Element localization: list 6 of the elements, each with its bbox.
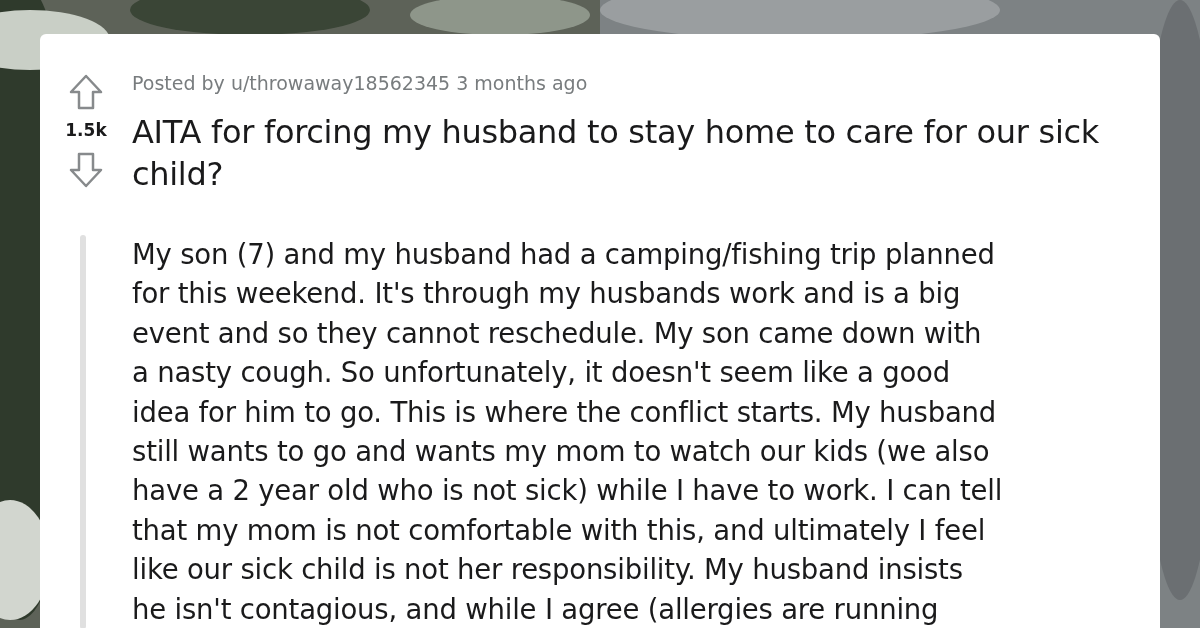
post-meta: Posted by u/throwaway18562345 3 months ago: [132, 74, 589, 93]
post-title: AITA for forcing my husband to stay home to care for our sick child?: [132, 112, 1101, 195]
upvote-icon[interactable]: [69, 74, 103, 110]
vote-count: 1.5k: [65, 119, 107, 142]
downvote-icon[interactable]: [69, 151, 103, 188]
post-body: My son (7) and my husband had a camping/fishing trip planned for this weekend. It's through my husbands work and is a big event and so they cannot reschedule. My son came down with a nasty cough. So unfortunately, it doesn't seem like a good idea for him to go. This is where the conflict starts. My husband still wants to go and wants my mom to watch our kids (we also have a 2 year old who is not sick) while I have to work. I can tell that my mom is not comfortable with this, and ultimately I feel like our sick child is not her responsibility. My husband insists he isn't contagious, and while I agree (allergies are running: [132, 237, 1003, 627]
